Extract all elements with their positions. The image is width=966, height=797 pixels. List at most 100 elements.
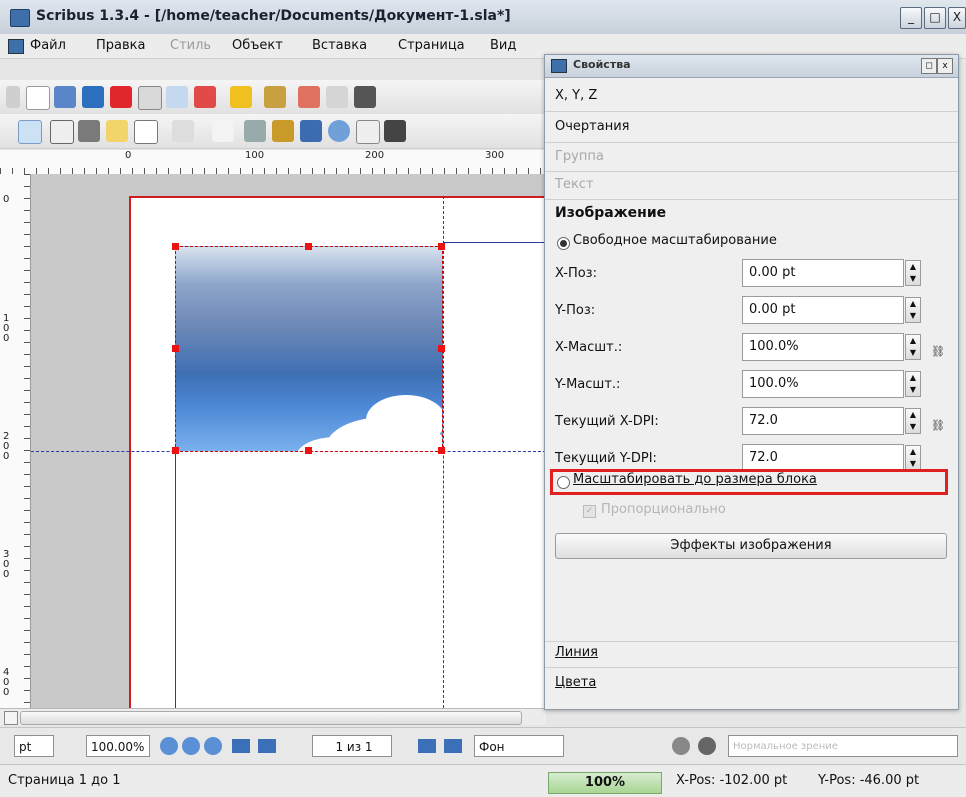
fit-frame-radio[interactable] xyxy=(557,476,570,489)
menu-object[interactable]: Объект xyxy=(232,38,283,53)
section-image[interactable]: Изображение xyxy=(555,205,666,221)
zoom-field[interactable]: 100.00% xyxy=(86,735,150,757)
page-select[interactable]: 1 из 1 xyxy=(312,735,392,757)
image-frame[interactable] xyxy=(175,246,443,452)
zoom-100-icon[interactable] xyxy=(182,737,200,755)
x-pos-field[interactable]: 0.00 pt xyxy=(742,259,904,287)
resize-handle[interactable] xyxy=(172,345,179,352)
y-pos-field[interactable]: 0.00 pt xyxy=(742,296,904,324)
ruler-tick-label: 300 xyxy=(485,150,505,161)
print-icon[interactable] xyxy=(138,86,162,110)
y-pos-stepper[interactable]: ▲ ▼ xyxy=(905,297,921,323)
zoom-out-icon[interactable] xyxy=(160,737,178,755)
close-document-icon[interactable] xyxy=(110,86,132,108)
layer-select[interactable]: Фон xyxy=(474,735,564,757)
vertical-ruler[interactable]: 0 100 200 300 400 xyxy=(0,174,31,708)
maximize-button[interactable]: □ xyxy=(924,7,946,29)
x-pos-label: X-Поз: xyxy=(555,266,597,281)
x-dpi-stepper[interactable]: ▲ ▼ xyxy=(905,408,921,434)
x-scale-field[interactable]: 100.0% xyxy=(742,333,904,361)
section-divider xyxy=(545,641,958,642)
open-folder-icon[interactable] xyxy=(54,86,76,108)
resize-handle[interactable] xyxy=(438,243,445,250)
unit-select[interactable]: pt xyxy=(14,735,54,757)
undo-icon[interactable] xyxy=(230,86,252,108)
horizontal-scrollbar[interactable] xyxy=(0,708,546,725)
text-frame-icon[interactable] xyxy=(50,120,74,144)
section-shape[interactable]: Очертания xyxy=(555,119,629,134)
menu-page[interactable]: Страница xyxy=(398,38,465,53)
rotate-icon[interactable] xyxy=(300,120,322,142)
resize-handle[interactable] xyxy=(172,447,179,454)
resize-handle[interactable] xyxy=(172,243,179,250)
shape-icon[interactable] xyxy=(134,120,158,144)
select-tool-icon[interactable] xyxy=(18,120,42,144)
y-scale-field[interactable]: 100.0% xyxy=(742,370,904,398)
freehand-icon[interactable] xyxy=(272,120,294,142)
edit-content-icon[interactable] xyxy=(356,120,380,144)
x-pos-stepper[interactable]: ▲ ▼ xyxy=(905,260,921,286)
last-page-icon[interactable] xyxy=(444,739,462,753)
copy-icon[interactable] xyxy=(326,86,348,108)
menu-view[interactable]: Вид xyxy=(490,38,516,53)
resize-handle[interactable] xyxy=(438,345,445,352)
minimize-button[interactable]: _ xyxy=(900,7,922,29)
image-frame-icon[interactable] xyxy=(78,120,100,142)
first-page-icon[interactable] xyxy=(232,739,250,753)
resize-handle[interactable] xyxy=(438,447,445,454)
panel-app-icon xyxy=(551,59,567,73)
zoom-icon[interactable] xyxy=(328,120,350,142)
close-button[interactable]: X xyxy=(948,7,966,29)
cut-icon[interactable] xyxy=(298,86,320,108)
panel-float-button[interactable]: ◻ xyxy=(921,58,937,74)
x-scale-label: X-Масшт.: xyxy=(555,340,623,355)
y-dpi-stepper[interactable]: ▲ ▼ xyxy=(905,445,921,471)
document-canvas[interactable] xyxy=(31,174,546,708)
paste-icon[interactable] xyxy=(354,86,376,108)
bottom-toolbar: pt 100.00% 1 из 1 Фон Нормальное зрение xyxy=(0,727,966,764)
scroll-thumb[interactable] xyxy=(20,711,522,725)
section-xyz[interactable]: X, Y, Z xyxy=(555,88,597,103)
menu-insert[interactable]: Вставка xyxy=(312,38,367,53)
prev-page-icon[interactable] xyxy=(258,739,276,753)
free-scaling-radio[interactable] xyxy=(557,237,570,250)
panel-close-button[interactable]: x xyxy=(937,58,953,74)
x-dpi-field[interactable]: 72.0 xyxy=(742,407,904,435)
line-tool-icon[interactable] xyxy=(212,120,234,142)
section-colors[interactable]: Цвета xyxy=(555,675,596,690)
pdf-export-icon[interactable] xyxy=(194,86,216,108)
y-dpi-field[interactable]: 72.0 xyxy=(742,444,904,472)
section-line[interactable]: Линия xyxy=(555,645,598,660)
next-page-icon[interactable] xyxy=(418,739,436,753)
section-divider xyxy=(545,667,958,668)
scale-chain-link-icon[interactable]: ⛓ xyxy=(931,345,945,371)
scroll-left-icon[interactable] xyxy=(4,711,18,725)
x-scale-stepper[interactable]: ▲ ▼ xyxy=(905,334,921,360)
image-effects-button[interactable]: Эффекты изображения xyxy=(555,533,947,559)
redo-icon[interactable] xyxy=(264,86,286,108)
menu-style[interactable]: Стиль xyxy=(170,38,211,53)
preview-mode-icon[interactable] xyxy=(672,737,690,755)
panel-title-bar[interactable]: Свойства ◻ x xyxy=(545,55,958,78)
menu-edit[interactable]: Правка xyxy=(96,38,145,53)
polygon-icon[interactable] xyxy=(172,120,194,142)
new-document-icon[interactable] xyxy=(26,86,50,110)
horizontal-ruler[interactable]: 0 100 200 300 xyxy=(0,150,546,175)
link-frames-icon[interactable] xyxy=(384,120,406,142)
resize-handle[interactable] xyxy=(305,243,312,250)
bezier-icon[interactable] xyxy=(244,120,266,142)
section-divider xyxy=(545,199,958,200)
menu-file[interactable]: Файл xyxy=(30,38,66,53)
dpi-chain-link-icon[interactable]: ⛓ xyxy=(931,419,945,445)
fit-frame-label[interactable]: Масштабировать до размера блока xyxy=(573,472,817,487)
save-icon[interactable] xyxy=(82,86,104,108)
zoom-in-icon[interactable] xyxy=(204,737,222,755)
dropdown-arrow-icon[interactable] xyxy=(6,86,20,108)
properties-panel: Свойства ◻ x X, Y, Z Очертания Группа Те… xyxy=(544,54,959,710)
eye-icon[interactable] xyxy=(698,737,716,755)
section-divider xyxy=(545,142,958,143)
preflight-icon[interactable] xyxy=(166,86,188,108)
y-scale-stepper[interactable]: ▲ ▼ xyxy=(905,371,921,397)
table-icon[interactable] xyxy=(106,120,128,142)
resize-handle[interactable] xyxy=(305,447,312,454)
